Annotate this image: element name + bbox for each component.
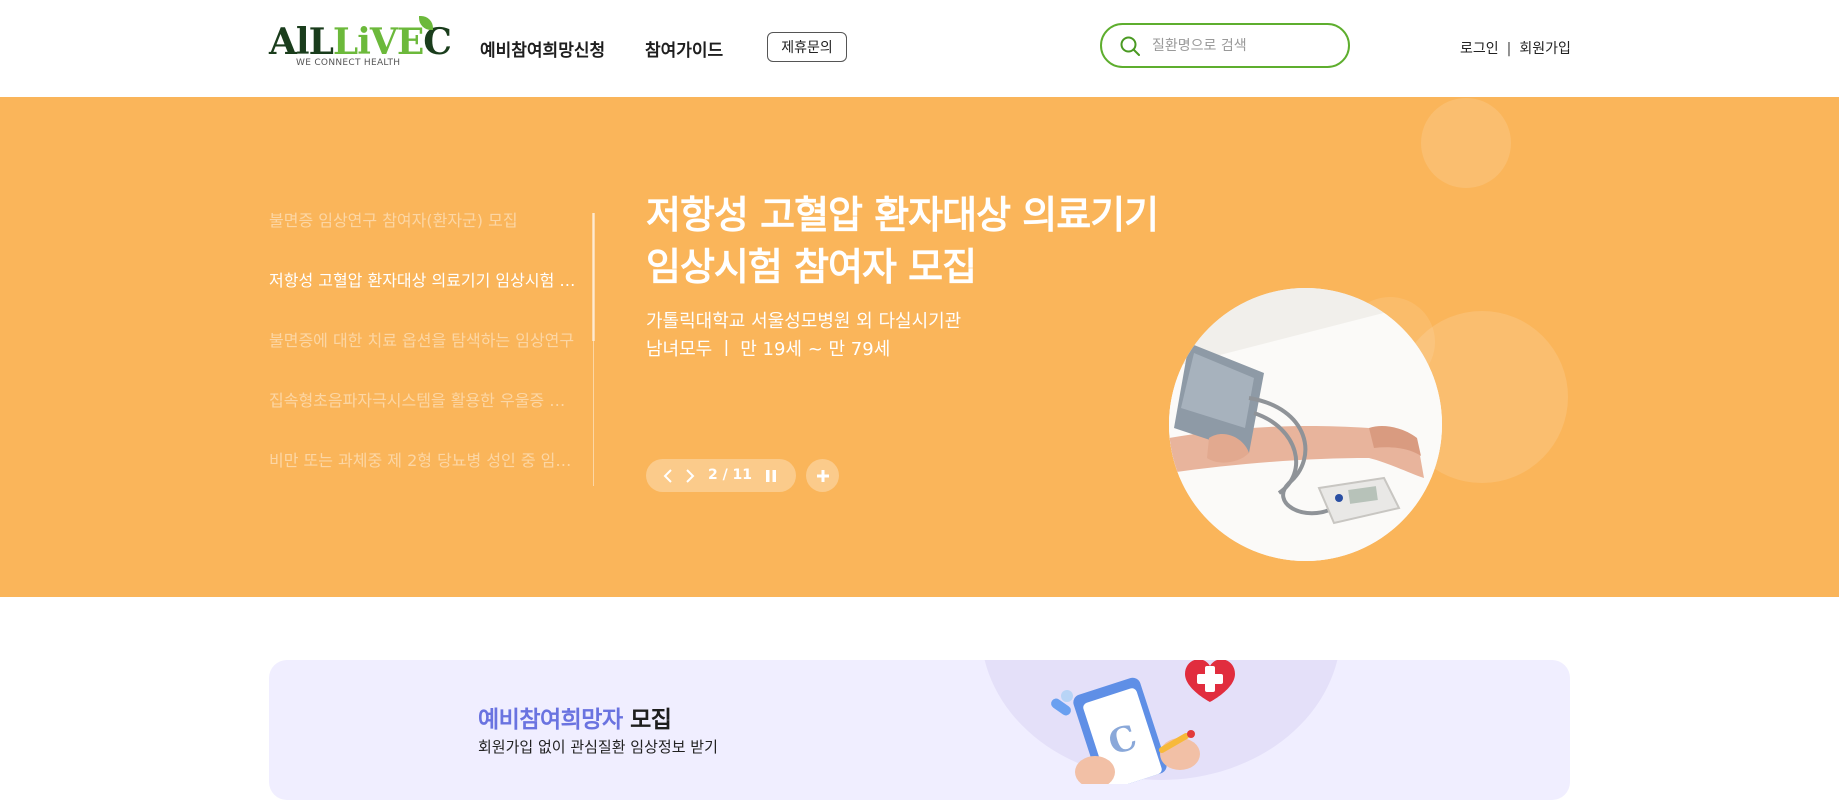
hero-subtitle: 가톨릭대학교 서울성모병원 외 다실시기관 남녀모두 ㅣ 만 19세 ~ 만 7…: [646, 308, 961, 364]
banner-title: 예비참여희망자 모집: [478, 700, 672, 734]
auth-separator: |: [1506, 41, 1512, 57]
signup-link[interactable]: 회원가입: [1519, 41, 1571, 57]
search-bar: [1100, 23, 1350, 68]
login-link[interactable]: 로그인: [1460, 41, 1499, 57]
more-button[interactable]: [806, 459, 839, 492]
slider-controls: 2 / 11: [646, 459, 796, 492]
logo[interactable]: AlLLiVEC WE CONNECT HEALTH: [269, 16, 452, 72]
hero-institution: 가톨릭대학교 서울성모병원 외 다실시기관: [646, 311, 962, 332]
chevron-left-icon: [663, 468, 672, 483]
study-list-item-active[interactable]: 저항성 고혈압 환자대상 의료기기 임상시험 참여자 모집: [269, 267, 579, 291]
logo-text-a: AlL: [269, 21, 334, 63]
banner-description: 회원가입 없이 관심질환 임상정보 받기: [478, 738, 718, 756]
list-active-indicator: [592, 213, 595, 341]
study-list-item[interactable]: 비만 또는 과체중 제 2형 당뇨병 성인 중 임상시험: [269, 447, 579, 471]
clipboard-heart-illustration: C: [1051, 660, 1235, 784]
nav-pre-participation[interactable]: 예비참여희망신청: [480, 36, 605, 61]
chevron-right-icon: [686, 468, 695, 483]
plus-icon: [816, 469, 829, 482]
banner-title-rest: 모집: [622, 707, 672, 733]
study-list-item[interactable]: 집속형초음파자극시스템을 활용한 우울증 임상시험: [269, 387, 579, 411]
pre-participant-banner[interactable]: 예비참여희망자 모집 회원가입 없이 관심질환 임상정보 받기 C: [269, 660, 1570, 800]
hero-eligibility: 남녀모두 ㅣ 만 19세 ~ 만 79세: [646, 339, 891, 360]
study-list-item[interactable]: 불면증 임상연구 참여자(환자군) 모집: [269, 207, 579, 231]
auth-links: 로그인 | 회원가입: [1460, 38, 1571, 58]
search-icon[interactable]: [1120, 36, 1140, 56]
banner-title-highlight: 예비참여희망자: [478, 707, 623, 733]
hero-section: 불면증 임상연구 참여자(환자군) 모집 저항성 고혈압 환자대상 의료기기 임…: [0, 97, 1839, 597]
pause-button[interactable]: [758, 459, 784, 492]
hero-title-line2: 임상시험 참여자 모집: [646, 245, 977, 289]
next-button[interactable]: [680, 459, 700, 492]
hero-title-line1: 저항성 고혈압 환자대상 의료기기: [646, 193, 1159, 237]
logo-tagline: WE CONNECT HEALTH: [296, 58, 401, 68]
site-header: AlLLiVEC WE CONNECT HEALTH 예비참여희망신청 참여가이…: [0, 0, 1839, 97]
logo-text-b: LiVE: [332, 21, 424, 63]
blood-pressure-illustration: [1169, 288, 1442, 561]
decor-circle: [1421, 98, 1511, 188]
hero-title[interactable]: 저항성 고혈압 환자대상 의료기기 임상시험 참여자 모집: [646, 189, 1206, 293]
partner-inquiry-button[interactable]: 제휴문의: [767, 32, 847, 62]
prev-button[interactable]: [658, 459, 678, 492]
blood-pressure-image: [1169, 288, 1442, 561]
study-list-item[interactable]: 불면증에 대한 치료 옵션을 탐색하는 임상연구: [269, 327, 579, 351]
pause-icon: [766, 469, 776, 482]
slide-counter: 2 / 11: [707, 467, 753, 483]
search-input[interactable]: [1152, 33, 1332, 58]
nav-participation-guide[interactable]: 참여가이드: [645, 36, 723, 61]
